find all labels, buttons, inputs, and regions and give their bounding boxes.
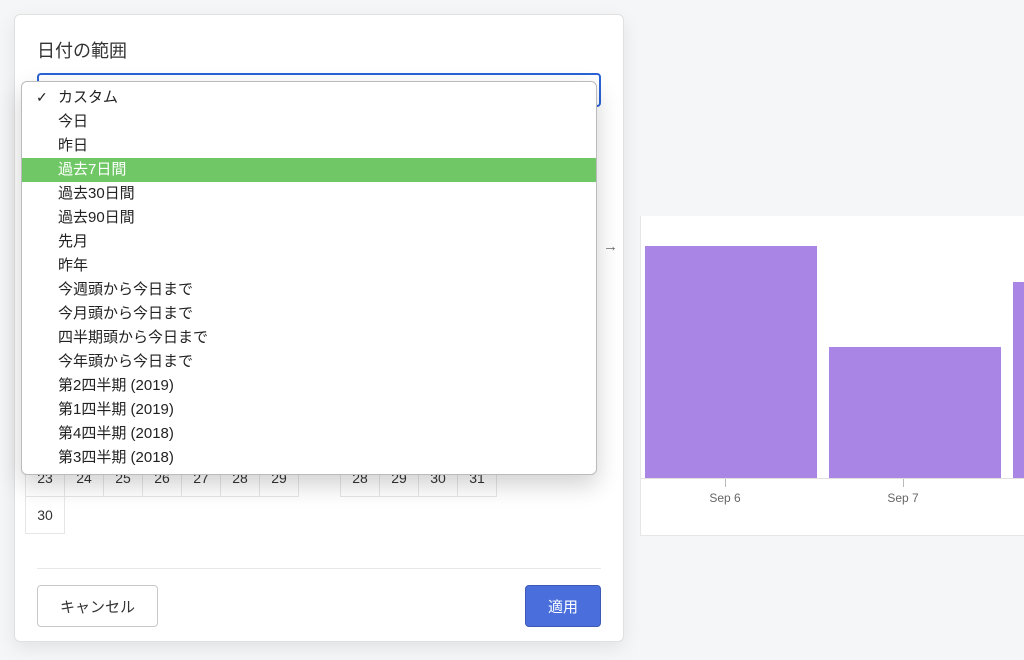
date-range-option[interactable]: カスタム xyxy=(22,86,596,110)
date-range-option[interactable]: 今月頭から今日まで xyxy=(22,302,596,326)
chart-bar xyxy=(645,246,817,478)
calendar-day xyxy=(142,496,182,534)
modal-button-row: キャンセル 適用 xyxy=(37,568,601,627)
arrow-right-icon: → xyxy=(603,238,618,255)
bar-chart-panel: Sep 6 Sep 7 xyxy=(640,216,1024,536)
date-range-option[interactable]: 過去7日間 xyxy=(22,158,596,182)
date-range-option[interactable]: 今週頭から今日まで xyxy=(22,278,596,302)
calendar-day[interactable]: 30 xyxy=(25,496,65,534)
modal-title: 日付の範囲 xyxy=(37,37,601,63)
date-range-option[interactable]: 過去30日間 xyxy=(22,182,596,206)
calendar-day xyxy=(103,496,143,534)
date-range-option[interactable]: 第2四半期 (2019) xyxy=(22,374,596,398)
chart-bar xyxy=(829,347,1001,478)
date-range-option[interactable]: 昨日 xyxy=(22,134,596,158)
date-range-option[interactable]: 第3四半期 (2018) xyxy=(22,446,596,470)
chart-x-axis: Sep 6 Sep 7 xyxy=(641,478,1024,508)
chart-bar xyxy=(1013,282,1024,479)
date-range-option[interactable]: 第4四半期 (2018) xyxy=(22,422,596,446)
calendar-day xyxy=(220,496,260,534)
date-range-option[interactable]: 四半期頭から今日まで xyxy=(22,326,596,350)
date-range-option[interactable]: 先月 xyxy=(22,230,596,254)
calendar-day xyxy=(64,496,104,534)
axis-tick xyxy=(725,479,726,487)
axis-label: Sep 6 xyxy=(709,491,740,505)
calendar-day xyxy=(259,496,299,534)
date-range-option[interactable]: 第1四半期 (2019) xyxy=(22,398,596,422)
bar-chart xyxy=(641,216,1024,478)
calendar-day xyxy=(181,496,221,534)
date-range-option[interactable]: 今年頭から今日まで xyxy=(22,350,596,374)
axis-tick xyxy=(903,479,904,487)
date-range-option[interactable]: 今日 xyxy=(22,110,596,134)
date-range-option[interactable]: 過去90日間 xyxy=(22,206,596,230)
date-range-option[interactable]: 昨年 xyxy=(22,254,596,278)
date-range-dropdown[interactable]: カスタム今日昨日過去7日間過去30日間過去90日間先月昨年今週頭から今日まで今月… xyxy=(21,81,597,475)
cancel-button[interactable]: キャンセル xyxy=(37,585,158,627)
apply-button[interactable]: 適用 xyxy=(525,585,601,627)
axis-label: Sep 7 xyxy=(887,491,918,505)
